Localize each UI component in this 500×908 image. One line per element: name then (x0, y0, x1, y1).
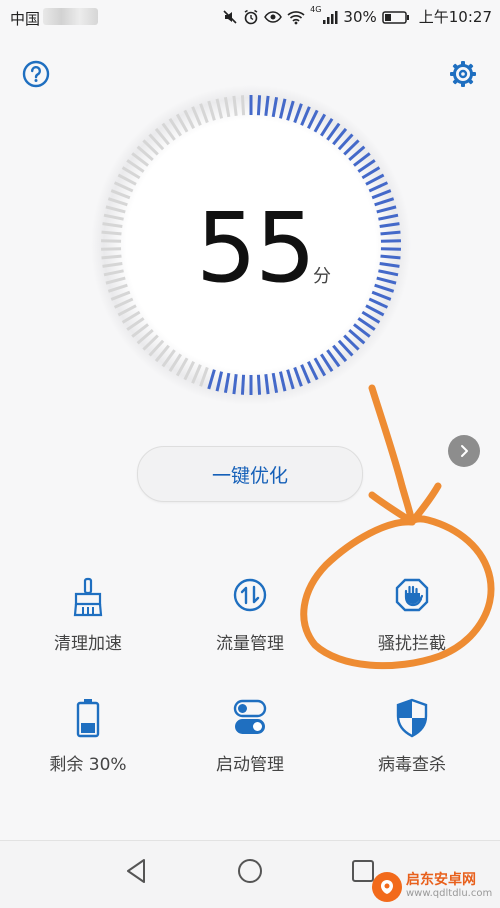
clock: 上午10:27 (418, 8, 492, 26)
gauge-tick-active (380, 254, 401, 260)
one-click-optimize-button[interactable]: 一键优化 (137, 446, 363, 502)
tool-label: 病毒查杀 (378, 755, 446, 775)
score-value: 55 (195, 192, 316, 304)
mute-icon (223, 9, 237, 24)
hand-block-icon (395, 578, 429, 612)
data-traffic-icon (233, 578, 267, 612)
tool-traffic[interactable]: 流量管理 (175, 577, 325, 654)
tool-virus-scan[interactable]: 病毒查杀 (337, 698, 487, 775)
carrier-label: 中国 (10, 10, 41, 28)
eye-icon (264, 10, 283, 23)
score-unit: 分 (313, 266, 331, 287)
gauge-tick (101, 239, 122, 243)
gauge-tick-active (256, 95, 262, 116)
tool-label: 骚扰拦截 (378, 634, 446, 654)
home-icon[interactable] (236, 857, 264, 885)
gauge-tick (101, 247, 122, 251)
wifi-icon (287, 10, 305, 24)
tool-label: 剩余 30% (49, 755, 127, 775)
help-button[interactable] (22, 60, 50, 88)
gauge-tick-active (256, 374, 262, 395)
toggle-icon (233, 699, 267, 734)
signal-icon (323, 10, 338, 24)
gauge-tick (101, 230, 122, 236)
gear-icon (450, 61, 476, 87)
watermark-logo (372, 872, 402, 902)
shield-icon (396, 698, 428, 738)
chevron-right-icon (461, 445, 468, 457)
back-icon[interactable] (124, 857, 150, 885)
tool-label: 流量管理 (216, 634, 284, 654)
gauge-tick-active (380, 239, 401, 243)
tool-startup[interactable]: 启动管理 (175, 698, 325, 775)
watermark-title: 启东安卓网 (406, 872, 476, 888)
next-page-button[interactable] (448, 435, 480, 467)
tool-harassment-block[interactable]: 骚扰拦截 (337, 577, 487, 654)
network-badge: 4G (310, 5, 322, 14)
alarm-icon (244, 9, 258, 24)
gauge-tick-active (380, 247, 401, 251)
gauge-tick-active (380, 230, 401, 236)
status-bar: 中国 4G 30% 上午10:27 (0, 0, 500, 34)
gauge-tick (101, 254, 122, 260)
carrier-blur-mask (43, 8, 98, 25)
settings-button[interactable] (449, 60, 477, 88)
tool-battery[interactable]: 剩余 30% (13, 698, 163, 775)
gauge-tick (240, 95, 246, 116)
watermark-url: www.qdltdlu.com (406, 888, 493, 899)
status-icons: 4G 30% 上午10:27 (222, 6, 492, 27)
battery-icon (382, 10, 409, 24)
battery-icon (76, 699, 100, 738)
battery-percent: 30% (343, 7, 377, 26)
tool-label: 启动管理 (216, 755, 284, 775)
broom-icon (73, 577, 103, 617)
site-watermark: 启东安卓网 www.qdltdlu.com (372, 868, 500, 906)
tool-cleanup[interactable]: 清理加速 (13, 577, 163, 654)
question-circle-icon (22, 60, 50, 88)
gauge-tick-active (240, 374, 246, 395)
tool-label: 清理加速 (54, 634, 122, 654)
